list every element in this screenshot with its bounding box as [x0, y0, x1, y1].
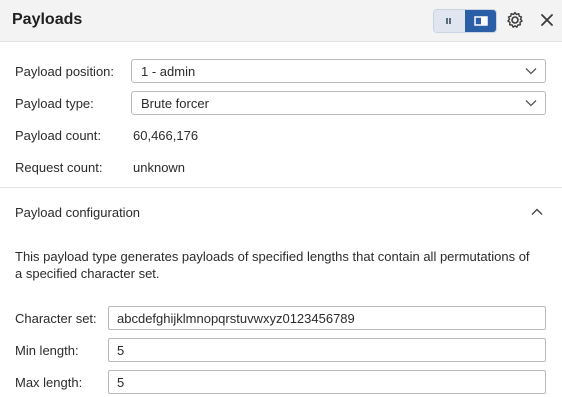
- character-set-label: Character set:: [15, 311, 97, 326]
- max-length-value: 5: [117, 375, 125, 390]
- payload-position-select[interactable]: 1 - admin: [131, 59, 546, 83]
- panel-header: Payloads: [0, 0, 562, 42]
- list-view-icon: [445, 18, 451, 24]
- split-view-icon: [473, 16, 488, 26]
- payload-position-label: Payload position:: [15, 64, 115, 79]
- min-length-value: 5: [117, 343, 125, 358]
- max-length-input[interactable]: 5: [108, 370, 546, 394]
- close-icon: [541, 14, 553, 26]
- min-length-label: Min length:: [15, 343, 79, 358]
- panel-title: Payloads: [12, 11, 83, 28]
- character-set-input[interactable]: abcdefghijklmnopqrstuvwxyz0123456789: [108, 306, 546, 330]
- payload-configuration-title: Payload configuration: [15, 205, 141, 220]
- chevron-up-icon: [531, 208, 543, 215]
- request-count-label: Request count:: [15, 160, 103, 175]
- payload-position-value: 1 - admin: [141, 64, 196, 79]
- gear-icon: [507, 11, 523, 28]
- chevron-down-icon: [525, 100, 537, 107]
- max-length-label: Max length:: [15, 375, 83, 390]
- section-divider: [0, 187, 562, 188]
- settings-button[interactable]: [503, 8, 527, 32]
- character-set-value: abcdefghijklmnopqrstuvwxyz0123456789: [117, 311, 355, 326]
- payload-type-description: This payload type generates payloads of …: [15, 249, 530, 281]
- close-button[interactable]: [535, 8, 559, 32]
- payload-count-label: Payload count:: [15, 128, 102, 143]
- payload-type-value: Brute forcer: [141, 96, 209, 111]
- split-view-button[interactable]: [465, 10, 496, 32]
- payload-count-value: 60,466,176: [133, 128, 199, 143]
- chevron-down-icon: [525, 68, 537, 75]
- payloads-panel: Payloads Payload position: 1 - admin Pay…: [0, 0, 562, 397]
- collapse-section-button[interactable]: [528, 205, 546, 219]
- min-length-input[interactable]: 5: [108, 338, 546, 362]
- request-count-value: unknown: [133, 160, 186, 175]
- list-view-button[interactable]: [434, 10, 465, 32]
- payload-type-label: Payload type:: [15, 96, 94, 111]
- view-toggle[interactable]: [433, 9, 497, 33]
- payload-type-select[interactable]: Brute forcer: [131, 91, 546, 115]
